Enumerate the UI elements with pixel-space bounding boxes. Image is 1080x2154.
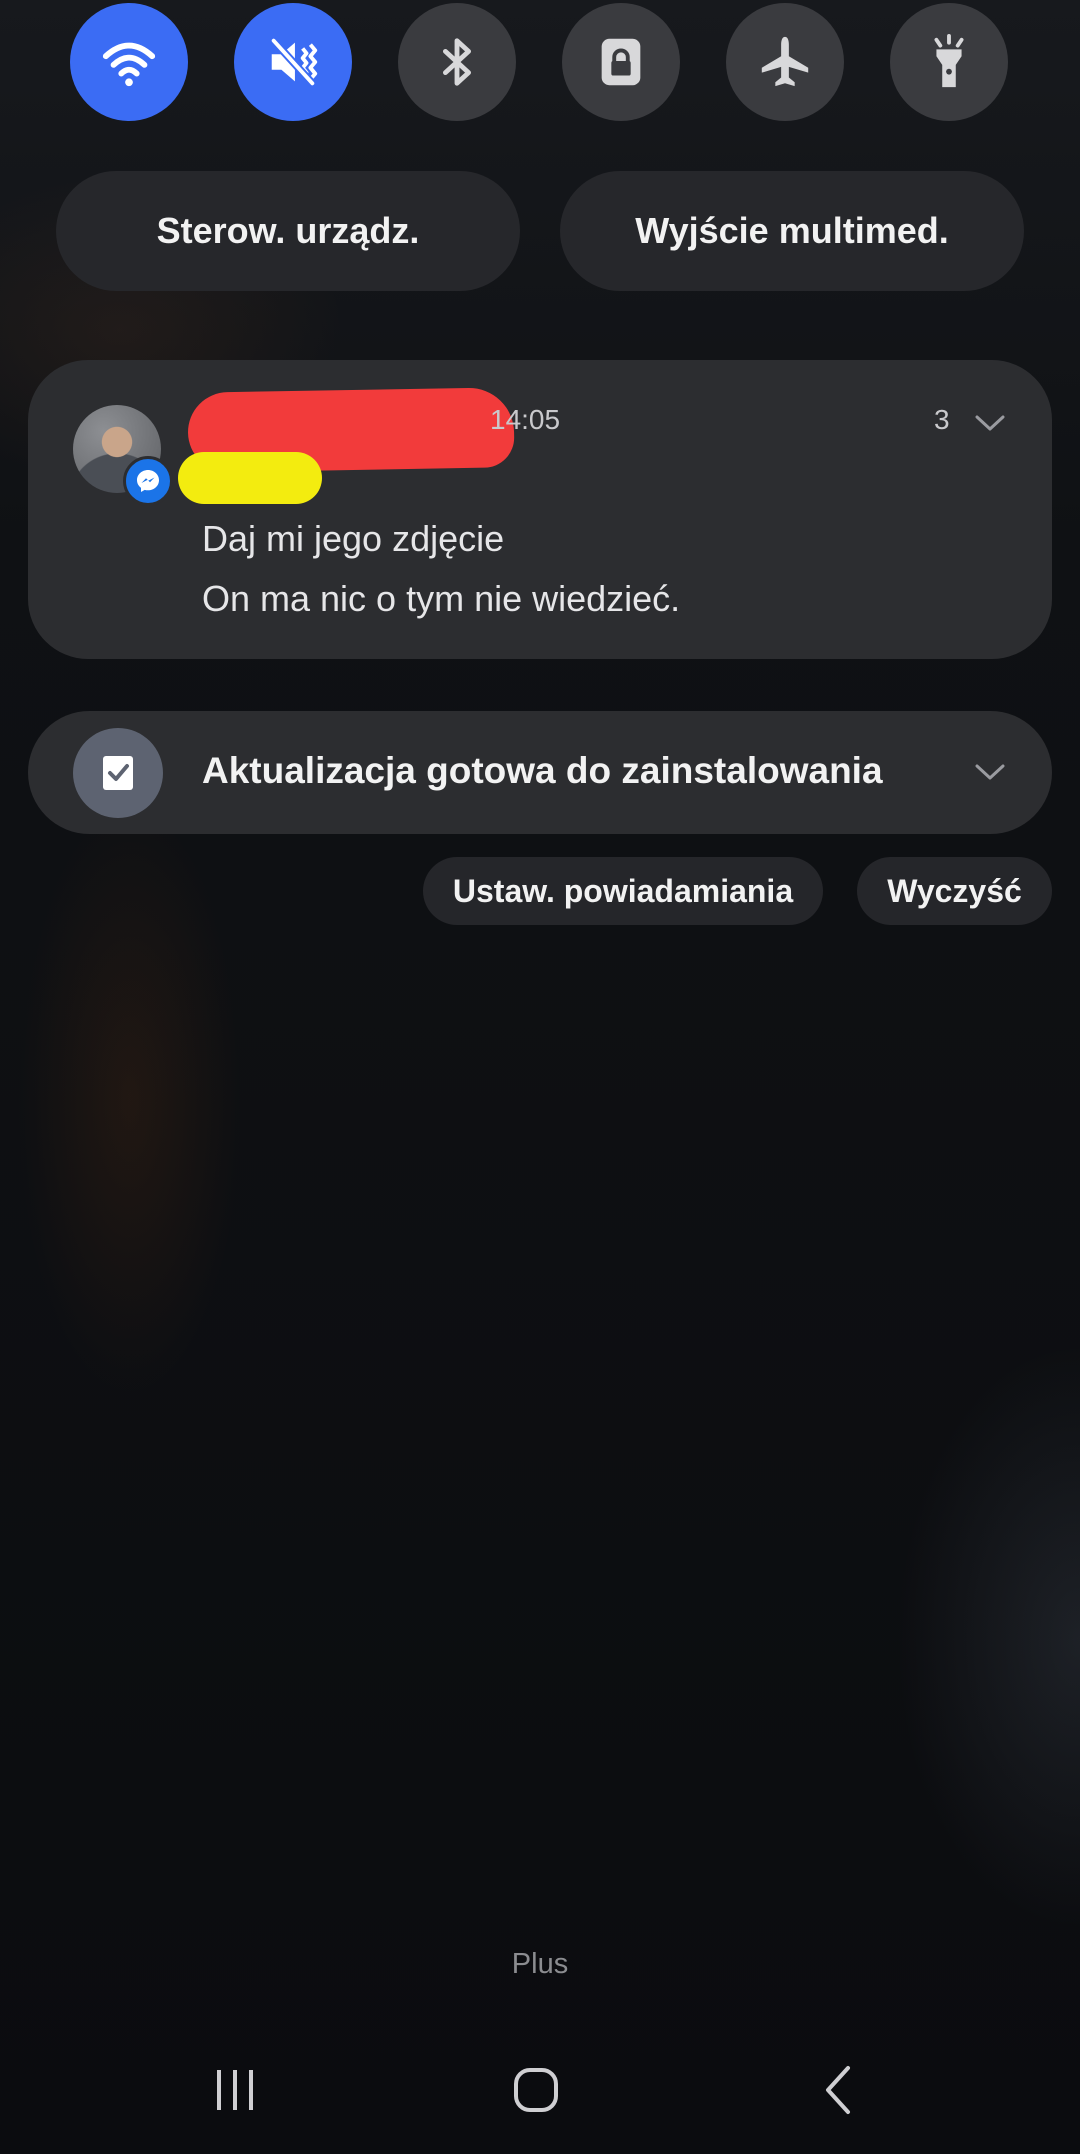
notification-time: 14:05 xyxy=(490,404,561,435)
wifi-toggle[interactable] xyxy=(70,3,188,121)
chevron-down-icon[interactable] xyxy=(975,763,1005,781)
home-icon xyxy=(514,2068,558,2112)
notification-settings-button[interactable]: Ustaw. powiadamiania xyxy=(423,857,823,925)
message-line: On ma nic o tym nie wiedzieć. xyxy=(202,578,681,619)
flashlight-toggle[interactable] xyxy=(890,3,1008,121)
screen-lock-toggle[interactable] xyxy=(562,3,680,121)
device-control-label: Sterow. urządz. xyxy=(156,210,420,251)
clear-label: Wyczyść xyxy=(887,872,1022,909)
messenger-icon xyxy=(137,470,159,492)
notification-settings-label: Ustaw. powiadamiania xyxy=(452,872,794,909)
recent-apps-button[interactable] xyxy=(195,2050,275,2130)
message-line: Daj mi jego zdjęcie xyxy=(202,518,505,559)
bluetooth-toggle[interactable] xyxy=(398,3,516,121)
update-icon-container xyxy=(73,728,163,818)
update-text: Aktualizacja gotowa do zainstalowania xyxy=(202,750,883,791)
clear-button[interactable]: Wyczyść xyxy=(857,857,1052,925)
airplane-toggle[interactable] xyxy=(726,3,844,121)
sender-subtitle-redaction xyxy=(178,452,322,504)
quick-toggles xyxy=(70,3,1010,121)
media-output-button[interactable]: Wyjście multimed. xyxy=(560,171,1024,291)
bluetooth-icon xyxy=(442,38,472,86)
carrier-label: Plus xyxy=(511,1948,569,1980)
wifi-icon xyxy=(102,42,156,87)
notification-shade: { "quick_toggles": [ {"icon": "wifi-icon… xyxy=(0,0,1080,2154)
recent-apps-icon xyxy=(217,2070,253,2110)
message-notification[interactable]: 14:05 3 Daj mi jego zdjęcie On ma nic o … xyxy=(28,360,1052,659)
sound-mute-toggle[interactable] xyxy=(234,3,352,121)
messenger-badge xyxy=(123,456,173,506)
airplane-icon xyxy=(761,36,809,87)
back-icon xyxy=(826,2066,850,2114)
sound-mute-icon xyxy=(270,38,318,86)
lock-icon xyxy=(601,38,641,86)
home-button[interactable] xyxy=(496,2050,576,2130)
message-count: 3 xyxy=(934,404,950,435)
update-notification[interactable]: Aktualizacja gotowa do zainstalowania xyxy=(28,711,1052,834)
chevron-down-icon[interactable] xyxy=(975,414,1005,432)
checklist-icon xyxy=(103,756,133,790)
back-button[interactable] xyxy=(800,2050,880,2130)
flashlight-icon xyxy=(934,33,964,88)
navigation-bar xyxy=(0,2050,1080,2130)
device-control-button[interactable]: Sterow. urządz. xyxy=(56,171,520,291)
media-output-label: Wyjście multimed. xyxy=(635,210,949,251)
